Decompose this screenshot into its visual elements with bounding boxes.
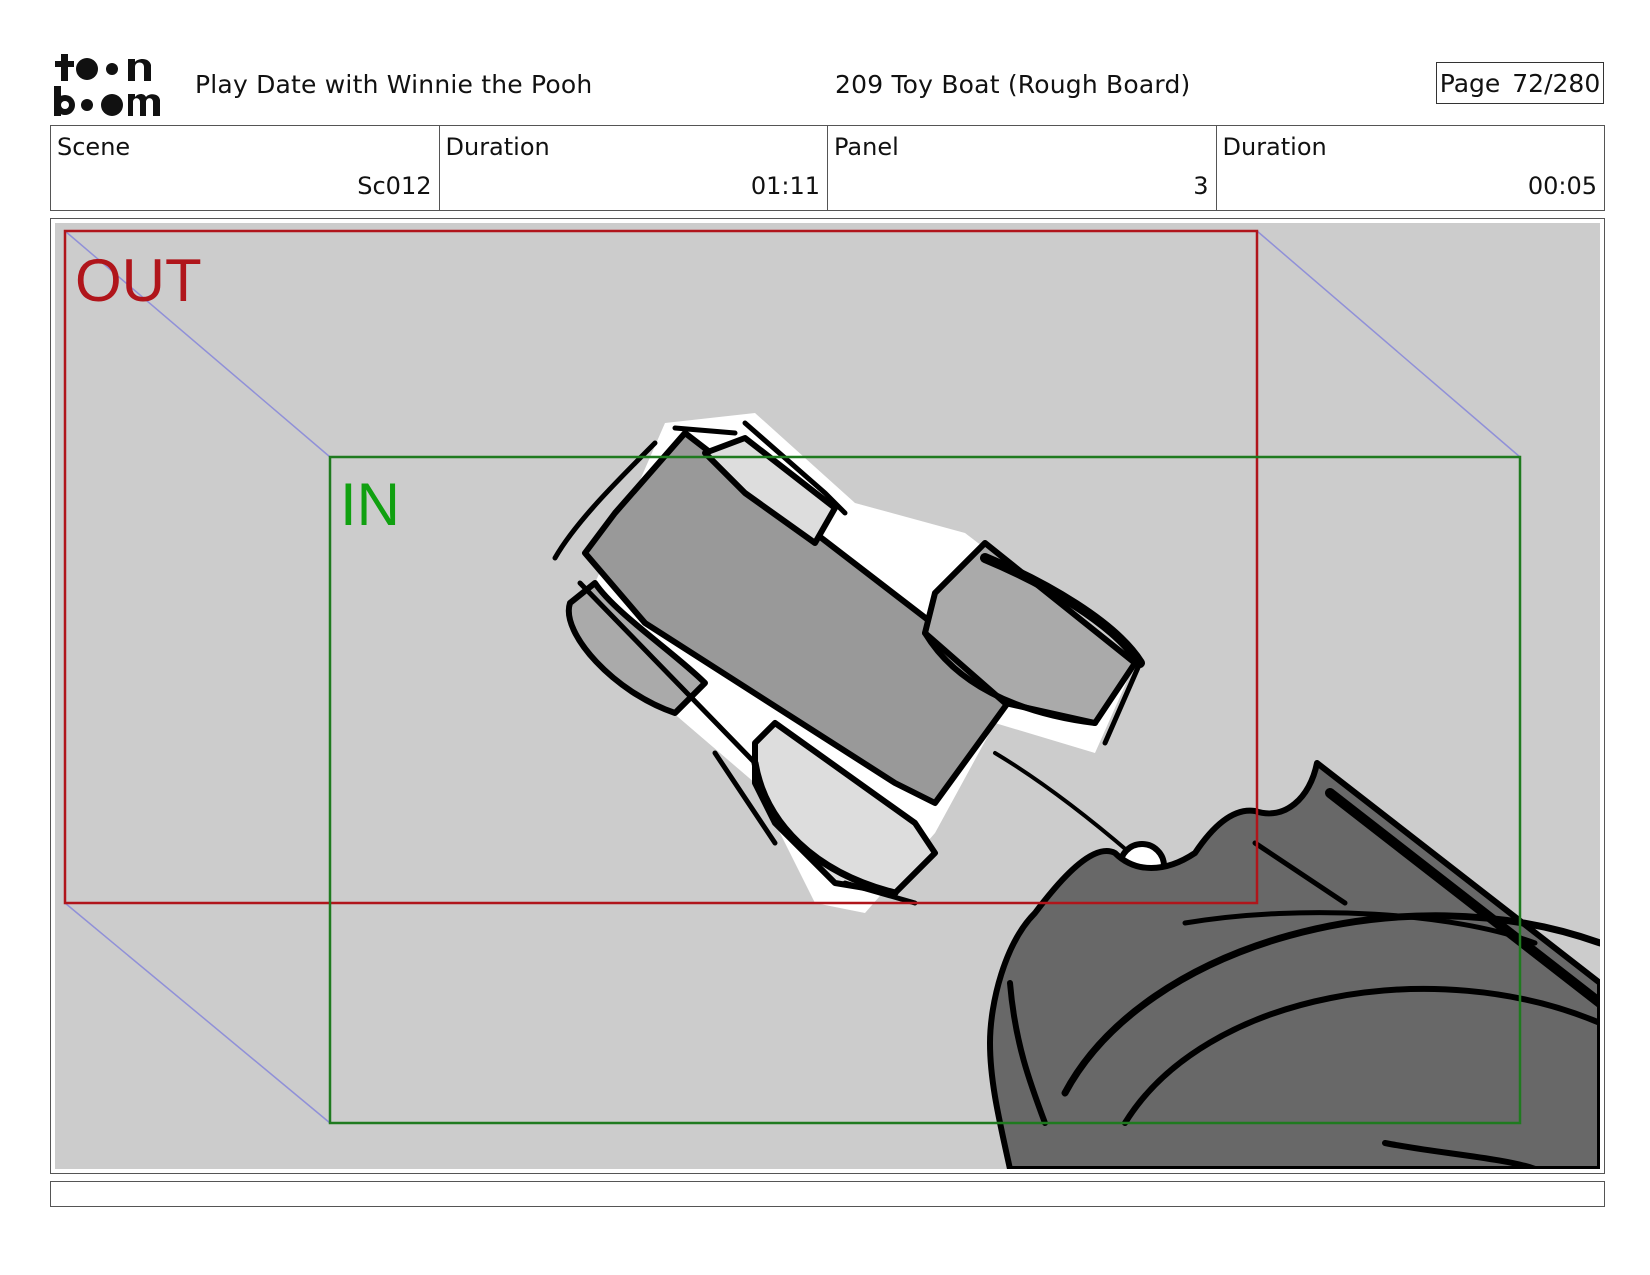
page-number: 72/280: [1512, 68, 1601, 98]
panel-notes-box: [50, 1181, 1605, 1207]
in-label: IN: [340, 471, 400, 538]
scene-duration-label: Duration: [445, 133, 550, 161]
storyboard-panel: OUT IN: [50, 218, 1605, 1174]
episode-title: 209 Toy Boat (Rough Board): [835, 70, 1191, 99]
scene-value: Sc012: [357, 172, 432, 200]
panel-value: 3: [1193, 172, 1209, 200]
panel-label: Panel: [834, 133, 899, 161]
scene-info-table: Scene Sc012 Duration 01:11 Panel 3 Durat…: [50, 125, 1605, 211]
panel-duration-label: Duration: [1222, 133, 1327, 161]
panel-duration-value: 00:05: [1527, 172, 1597, 200]
page-label: Page: [1439, 68, 1501, 98]
page-indicator: Page 72/280: [1436, 62, 1604, 104]
panel-cell: Panel 3: [828, 126, 1217, 210]
scene-duration-value: 01:11: [750, 172, 820, 200]
show-title: Play Date with Winnie the Pooh: [195, 70, 593, 99]
panel-duration-cell: Duration 00:05: [1217, 126, 1605, 210]
toonboom-logo: [54, 54, 160, 116]
scene-duration-cell: Duration 01:11: [440, 126, 828, 210]
panel-artwork: OUT IN: [55, 223, 1600, 1169]
out-label: OUT: [75, 247, 202, 314]
scene-cell: Scene Sc012: [51, 126, 440, 210]
scene-label: Scene: [57, 133, 131, 161]
